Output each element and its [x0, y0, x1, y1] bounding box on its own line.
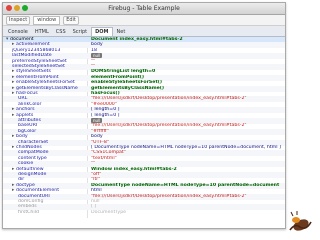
dom-property-label: activeElement [16, 42, 50, 48]
dom-property-label: defaultView [16, 166, 44, 172]
dom-property-label: applets [16, 112, 34, 118]
dom-property-label: baseURI [18, 123, 38, 129]
window-controls [6, 5, 28, 11]
dom-property-label: compatMode [18, 150, 49, 156]
dom-property-label: alinkColor [18, 101, 42, 107]
tab-net[interactable]: Net [114, 28, 129, 36]
dom-property-label: domConfig [18, 199, 44, 204]
dom-property-name: firstChild [18, 210, 98, 216]
dom-property-label: embeds [18, 204, 37, 210]
dom-property-label: getElementsByClassName [16, 85, 78, 91]
dom-property-label: enableStyleSheetsForSet [16, 80, 75, 86]
dom-property-label: elementFromPoint [16, 74, 59, 80]
firebug-window: Firebug - Table Example Inspect window E… [2, 2, 286, 229]
firebug-logo-icon [289, 211, 312, 231]
zoom-window-button[interactable] [22, 5, 28, 11]
inspect-button[interactable]: Inspect [6, 15, 31, 25]
dom-property-label: documentURI [18, 193, 50, 199]
title-bar: Firebug - Table Example [3, 3, 285, 15]
scope-select[interactable]: window [33, 15, 61, 25]
tab-console[interactable]: Console [5, 28, 31, 36]
dom-property-value: DocumentType [91, 209, 127, 215]
tab-html[interactable]: HTML [32, 28, 52, 36]
close-window-button[interactable] [6, 5, 12, 11]
panel-tabs: Console HTML CSS Script DOM Net [3, 26, 285, 37]
dom-property-label: URL [18, 96, 28, 102]
minimize-window-button[interactable] [14, 5, 20, 11]
dom-property-label: styleSheetSets [16, 69, 51, 75]
null-badge: null [91, 53, 103, 59]
tab-css[interactable]: CSS [53, 28, 69, 36]
dom-panel: ▾ document Document index_easy.html#tabs-2… [3, 37, 285, 218]
dom-property-label: doctype [16, 182, 35, 188]
dom-property-label: selectedStyleSheetSet [12, 64, 65, 69]
dom-property-label: bgColor [18, 128, 37, 134]
dom-property-label: documentElement [16, 188, 60, 194]
dom-property-label: hasFocus [16, 91, 38, 96]
tab-script[interactable]: Script [70, 28, 91, 36]
dom-property-label: childNodes [16, 145, 42, 150]
dom-property-label: lastModifiedDate [12, 53, 52, 59]
window-title: Firebug - Table Example [108, 5, 180, 12]
null-badge: null [91, 118, 103, 123]
dom-property-label: dir [18, 177, 25, 183]
dom-property-label: body [16, 134, 28, 140]
dom-property-label: cookie [18, 161, 34, 167]
dom-property-label: contentType [18, 155, 47, 161]
dom-property-label: anchors [16, 107, 35, 113]
dom-row[interactable]: firstChild DocumentType [3, 210, 285, 216]
dom-property-label: characterSet [18, 139, 49, 145]
dom-property-label: jQuery12345868013 [12, 47, 61, 53]
tab-dom[interactable]: DOM [91, 27, 113, 36]
dom-property-label: firstChild [18, 209, 39, 215]
dom-property-label: designMode [18, 172, 47, 177]
dom-property-label: attributes [18, 118, 41, 123]
toolbar: Inspect window Edit [3, 15, 285, 26]
dom-property-label: document [10, 37, 34, 42]
edit-button[interactable]: Edit [63, 15, 79, 25]
dom-property-label: preferredStyleSheetSet [12, 58, 67, 64]
